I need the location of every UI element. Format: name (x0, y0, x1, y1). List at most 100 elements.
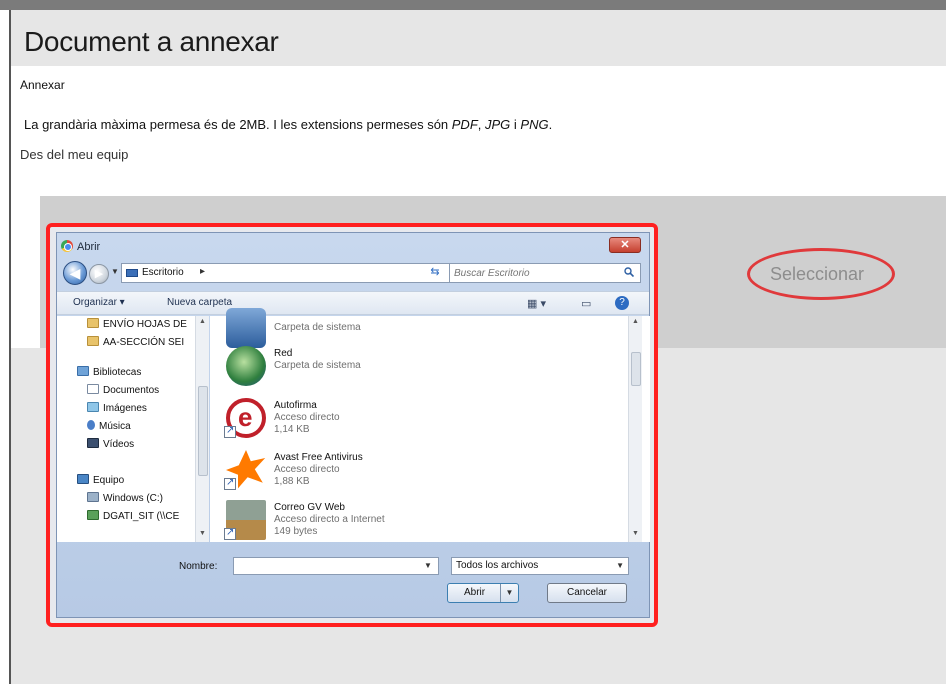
nav-item-label: Música (99, 421, 131, 432)
nav-item-label: Imágenes (103, 403, 147, 414)
file-type-value: Todos los archivos (456, 560, 539, 571)
back-button[interactable]: ◀ (63, 261, 87, 285)
dialog-titlebar[interactable]: Abrir ✕ (57, 233, 649, 257)
nav-item-musica[interactable]: Música (87, 420, 131, 432)
filename-label: Nombre: (179, 561, 218, 572)
open-options-dropdown[interactable]: ▼ (500, 584, 518, 602)
file-type: Acceso directo (274, 464, 340, 475)
filename-input[interactable]: ▼ (233, 557, 439, 575)
file-scrollbar[interactable]: ▲ ▼ (628, 316, 642, 542)
ext-pdf: PDF (451, 117, 478, 132)
nav-item-videos[interactable]: Vídeos (87, 438, 134, 450)
close-button[interactable]: ✕ (609, 237, 641, 253)
nav-item-label: Vídeos (103, 439, 135, 450)
file-name: Autofirma (274, 400, 317, 411)
drive-icon (87, 492, 99, 502)
nav-item-label: Bibliotecas (93, 367, 142, 378)
dialog-title: Abrir (77, 241, 101, 253)
nav-item-envio-hojas[interactable]: ENVÍO HOJAS DE (87, 318, 187, 330)
search-icon[interactable] (624, 267, 634, 277)
page-title: Document a annexar (24, 26, 279, 57)
file-type: Acceso directo a Internet (274, 514, 385, 525)
file-size: 149 bytes (274, 526, 318, 537)
organize-menu[interactable]: Organizar ▾ (73, 297, 125, 308)
list-item[interactable]: Autofirma Acceso directo 1,14 KB (224, 398, 606, 446)
nav-item-label: ENVÍO HOJAS DE (103, 319, 187, 330)
file-scroll-thumb[interactable] (631, 352, 641, 386)
chevron-down-icon[interactable]: ▼ (616, 561, 624, 570)
videos-icon (87, 438, 99, 448)
computer-icon (226, 308, 266, 348)
search-input[interactable] (454, 266, 614, 280)
file-type: Acceso directo (274, 412, 340, 423)
dialog-navbar: ◀ ▶ ▼ Escritorio ▸ ▼ ⇆ (57, 259, 649, 289)
section-subhead: Annexar (20, 78, 65, 92)
info-prefix: La grandària màxima permesa és de 2MB. I… (24, 117, 452, 132)
nav-item-windows-c[interactable]: Windows (C:) (87, 492, 163, 504)
refresh-button[interactable]: ⇆ (425, 263, 445, 283)
scroll-down-icon[interactable]: ▼ (199, 530, 206, 537)
nav-item-label: Windows (C:) (103, 493, 164, 504)
folder-icon (87, 318, 99, 328)
documents-icon (87, 384, 99, 394)
shortcut-arrow-icon (224, 425, 236, 438)
library-icon (77, 366, 89, 376)
music-icon (87, 420, 95, 430)
list-item[interactable]: Correo GV Web Acceso directo a Internet … (224, 500, 606, 548)
network-drive-icon (87, 510, 99, 520)
nav-item-aa-seccion[interactable]: AA-SECCIÓN SEI (87, 336, 184, 348)
help-icon[interactable]: ? (615, 296, 629, 310)
file-name: Correo GV Web (274, 502, 345, 513)
file-name: Red (274, 348, 293, 359)
nav-item-label: AA-SECCIÓN SEI (103, 337, 185, 348)
folder-icon (87, 336, 99, 346)
nav-scrollbar[interactable]: ▲ ▼ (195, 316, 209, 542)
desktop-icon (126, 269, 138, 277)
chevron-down-icon[interactable]: ▼ (424, 561, 432, 570)
nav-item-dgati-sit[interactable]: DGATI_SIT (\\CE (87, 510, 179, 522)
computer-icon (77, 474, 89, 484)
nav-item-equipo[interactable]: Equipo (77, 474, 124, 486)
navigation-pane: ENVÍO HOJAS DE AA-SECCIÓN SEI Biblioteca… (57, 316, 209, 542)
breadcrumb-separator[interactable]: ▸ (200, 266, 205, 277)
ext-sep: , (477, 117, 485, 132)
ext-end: . (548, 117, 553, 132)
nav-item-label: DGATI_SIT (\\CE (103, 511, 180, 522)
recent-locations-dropdown[interactable]: ▼ (111, 267, 119, 276)
shortcut-arrow-icon (224, 477, 236, 490)
file-type-select[interactable]: Todos los archivos ▼ (451, 557, 629, 575)
scroll-up-icon[interactable]: ▲ (632, 318, 639, 325)
dialog-footer: Nombre: ▼ Todos los archivos ▼ Abrir ▼ C… (57, 543, 649, 619)
address-text: Escritorio (142, 267, 184, 278)
nav-item-documentos[interactable]: Documentos (87, 384, 159, 396)
file-type: Carpeta de sistema (274, 360, 361, 371)
ext-sep: i (510, 117, 521, 132)
from-my-computer-label: Des del meu equip (20, 147, 129, 162)
file-list-pane: Carpeta de sistema Red Carpeta de sistem… (210, 308, 650, 542)
nav-item-label: Equipo (93, 475, 125, 486)
list-item[interactable]: Avast Free Antivirus Acceso directo 1,88… (224, 450, 606, 498)
nav-item-label: Documentos (103, 385, 160, 396)
open-button-label: Abrir (464, 587, 486, 598)
open-button[interactable]: Abrir ▼ (447, 583, 519, 603)
nav-item-bibliotecas[interactable]: Bibliotecas (77, 366, 141, 378)
scroll-up-icon[interactable]: ▲ (199, 318, 206, 325)
search-box[interactable] (449, 263, 641, 283)
new-folder-button[interactable]: Nueva carpeta (167, 297, 232, 308)
nav-item-imagenes[interactable]: Imágenes (87, 402, 147, 414)
upload-info-text: La grandària màxima permesa és de 2MB. I… (24, 117, 552, 132)
file-type: Carpeta de sistema (274, 322, 361, 333)
nav-scroll-thumb[interactable] (198, 386, 208, 476)
scroll-down-icon[interactable]: ▼ (632, 530, 639, 537)
top-bar (0, 0, 946, 10)
file-name: Avast Free Antivirus (274, 452, 363, 463)
select-highlight-ring (747, 248, 895, 300)
file-size: 1,88 KB (274, 476, 310, 487)
list-item[interactable]: Red Carpeta de sistema (226, 346, 606, 394)
ext-jpg: JPG (485, 117, 511, 132)
ext-png: PNG (520, 117, 549, 132)
images-icon (87, 402, 99, 412)
file-size: 1,14 KB (274, 424, 310, 435)
forward-button[interactable]: ▶ (89, 264, 109, 284)
cancel-button[interactable]: Cancelar (547, 583, 627, 603)
